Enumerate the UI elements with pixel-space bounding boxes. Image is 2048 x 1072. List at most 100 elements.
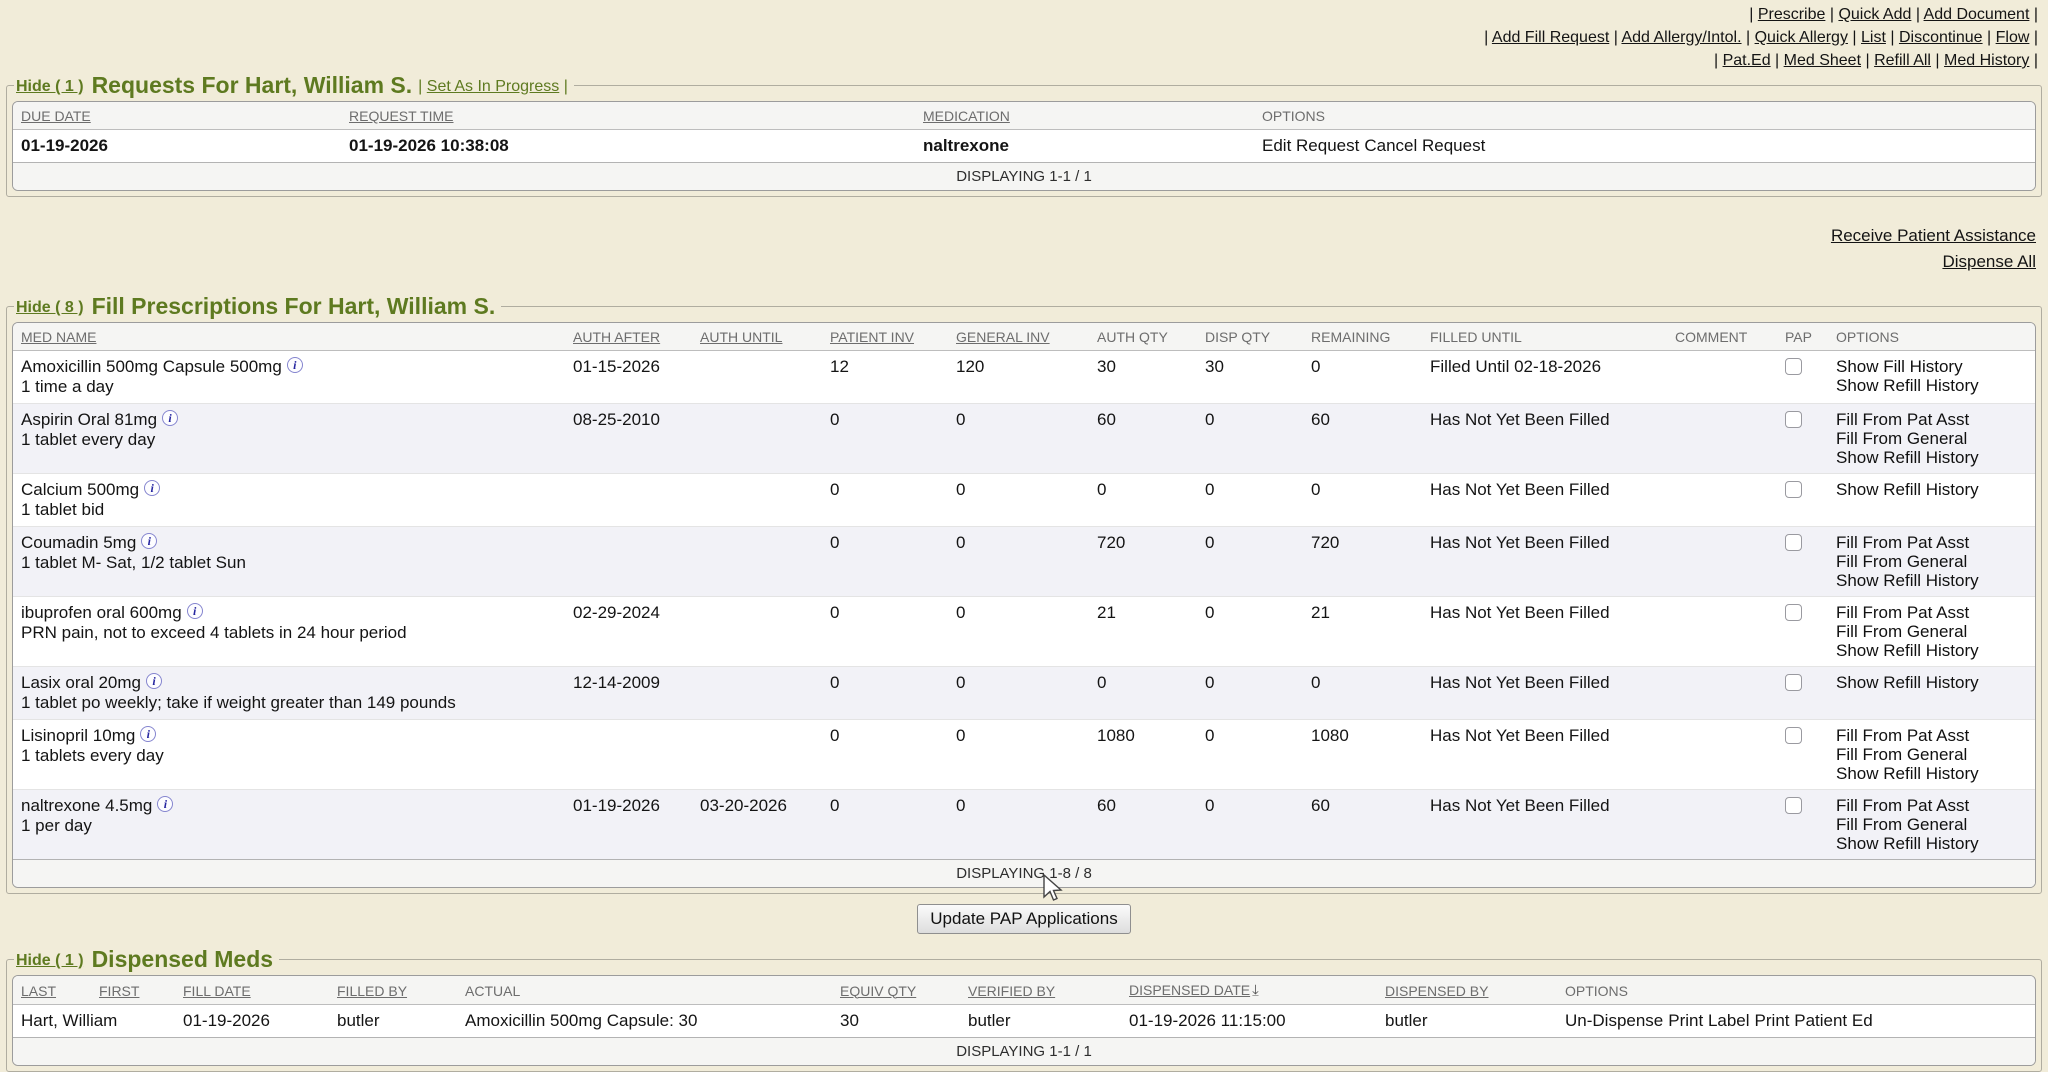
col-general-inv[interactable]: GENERAL INV [948,323,1089,351]
col-last[interactable]: LAST [13,976,91,1005]
cell-fill-date: 01-19-2026 [175,1005,329,1038]
flow-link[interactable]: Flow [1996,29,2030,46]
col-label[interactable]: MEDICATION [923,108,1010,124]
fill-from-general-link[interactable]: Fill From General [1836,815,2027,834]
col-label[interactable]: EQUIV QTY [840,983,916,999]
col-due-date[interactable]: DUE DATE [13,102,341,130]
add-fill-request-link[interactable]: Add Fill Request [1492,29,1609,46]
update-pap-applications-button[interactable]: Update PAP Applications [917,904,1130,934]
pat-ed-link[interactable]: Pat.Ed [1723,52,1771,69]
col-label[interactable]: DISPENSED DATE [1129,982,1250,998]
info-icon[interactable]: i [187,603,203,619]
cell-auth-after: 02-29-2024 [565,597,692,667]
info-icon[interactable]: i [144,480,160,496]
pap-checkbox[interactable] [1785,674,1802,691]
fill-from-pat-asst-link[interactable]: Fill From Pat Asst [1836,410,2027,429]
info-icon[interactable]: i [157,796,173,812]
requests-hide-link[interactable]: Hide ( 1 ) [16,78,84,95]
col-filled-by[interactable]: FILLED BY [329,976,457,1005]
col-equiv-qty[interactable]: EQUIV QTY [832,976,960,1005]
requests-section: Hide ( 1 )Requests For Hart, William S.|… [6,72,2042,197]
fill-from-pat-asst-link[interactable]: Fill From Pat Asst [1836,796,2027,815]
show-refill-history-link[interactable]: Show Refill History [1836,376,2027,395]
col-label[interactable]: FILL DATE [183,983,251,999]
fill-from-general-link[interactable]: Fill From General [1836,622,2027,641]
fill-from-pat-asst-link[interactable]: Fill From Pat Asst [1836,726,2027,745]
col-label[interactable]: LAST [21,983,56,999]
show-refill-history-link[interactable]: Show Refill History [1836,673,2027,692]
col-label[interactable]: DUE DATE [21,108,91,124]
col-label[interactable]: VERIFIED BY [968,983,1055,999]
col-label[interactable]: AUTH UNTIL [700,329,782,345]
fill-from-pat-asst-link[interactable]: Fill From Pat Asst [1836,603,2027,622]
show-refill-history-link[interactable]: Show Refill History [1836,764,2027,783]
dispense-all-link[interactable]: Dispense All [0,249,2036,275]
show-refill-history-link[interactable]: Show Refill History [1836,641,2027,660]
col-label[interactable]: REQUEST TIME [349,108,454,124]
info-icon[interactable]: i [162,410,178,426]
show-refill-history-link[interactable]: Show Refill History [1836,834,2027,853]
col-patient-inv[interactable]: PATIENT INV [822,323,948,351]
cell-pap [1777,597,1828,667]
quick-add-link[interactable]: Quick Add [1838,6,1911,23]
quick-allergy-link[interactable]: Quick Allergy [1755,29,1848,46]
col-fill-date[interactable]: FILL DATE [175,976,329,1005]
receive-patient-assistance-link[interactable]: Receive Patient Assistance [0,223,2036,249]
quick-actions-menu-row: | Prescribe | Quick Add | Add Document | [0,3,2038,26]
pap-checkbox[interactable] [1785,358,1802,375]
add-document-link[interactable]: Add Document [1924,6,2030,23]
col-label[interactable]: MED NAME [21,329,96,345]
pap-checkbox[interactable] [1785,481,1802,498]
info-icon[interactable]: i [287,357,303,373]
col-label[interactable]: FIRST [99,983,139,999]
add-allergy-intol-link[interactable]: Add Allergy/Intol. [1621,29,1741,46]
show-refill-history-link[interactable]: Show Refill History [1836,571,2027,590]
discontinue-link[interactable]: Discontinue [1899,29,1983,46]
col-label[interactable]: PATIENT INV [830,329,914,345]
pap-checkbox[interactable] [1785,411,1802,428]
col-label[interactable]: AUTH AFTER [573,329,660,345]
set-as-in-progress-link[interactable]: Set As In Progress [427,78,560,95]
fill-from-general-link[interactable]: Fill From General [1836,552,2027,571]
med-history-link[interactable]: Med History [1944,52,2029,69]
refill-all-link[interactable]: Refill All [1874,52,1931,69]
pap-checkbox[interactable] [1785,604,1802,621]
col-auth-until[interactable]: AUTH UNTIL [692,323,822,351]
col-med-name[interactable]: MED NAME [13,323,565,351]
un-dispense-link[interactable]: Un-Dispense [1565,1011,1663,1030]
col-label[interactable]: DISPENSED BY [1385,983,1488,999]
pap-checkbox[interactable] [1785,727,1802,744]
fill-from-general-link[interactable]: Fill From General [1836,429,2027,448]
show-refill-history-link[interactable]: Show Refill History [1836,480,2027,499]
col-request-time[interactable]: REQUEST TIME [341,102,915,130]
dispensed-hide-link[interactable]: Hide ( 1 ) [16,952,84,969]
col-label[interactable]: FILLED BY [337,983,407,999]
col-medication[interactable]: MEDICATION [915,102,1254,130]
cell-filled-until: Has Not Yet Been Filled [1422,720,1667,790]
col-auth-after[interactable]: AUTH AFTER [565,323,692,351]
prescribe-link[interactable]: Prescribe [1758,6,1826,23]
pap-checkbox[interactable] [1785,534,1802,551]
med-sheet-link[interactable]: Med Sheet [1784,52,1861,69]
fill-from-general-link[interactable]: Fill From General [1836,745,2027,764]
info-icon[interactable]: i [141,533,157,549]
list-link[interactable]: List [1861,29,1886,46]
cell-remaining: 0 [1303,351,1422,404]
col-dispensed-by[interactable]: DISPENSED BY [1377,976,1557,1005]
fill-from-pat-asst-link[interactable]: Fill From Pat Asst [1836,533,2027,552]
show-fill-history-link[interactable]: Show Fill History [1836,357,2027,376]
show-refill-history-link[interactable]: Show Refill History [1836,448,2027,467]
pap-checkbox[interactable] [1785,797,1802,814]
info-icon[interactable]: i [146,673,162,689]
print-label-link[interactable]: Print Label [1668,1011,1749,1030]
col-dispensed-date[interactable]: DISPENSED DATE⤓ [1121,976,1377,1005]
edit-request-link[interactable]: Edit Request [1262,136,1359,155]
col-first[interactable]: FIRST [91,976,175,1005]
info-icon[interactable]: i [140,726,156,742]
cell-disp-qty: 0 [1197,474,1303,527]
print-patient-ed-link[interactable]: Print Patient Ed [1755,1011,1873,1030]
cancel-request-link[interactable]: Cancel Request [1364,136,1485,155]
col-verified-by[interactable]: VERIFIED BY [960,976,1121,1005]
fill-hide-link[interactable]: Hide ( 8 ) [16,299,84,316]
col-label[interactable]: GENERAL INV [956,329,1050,345]
